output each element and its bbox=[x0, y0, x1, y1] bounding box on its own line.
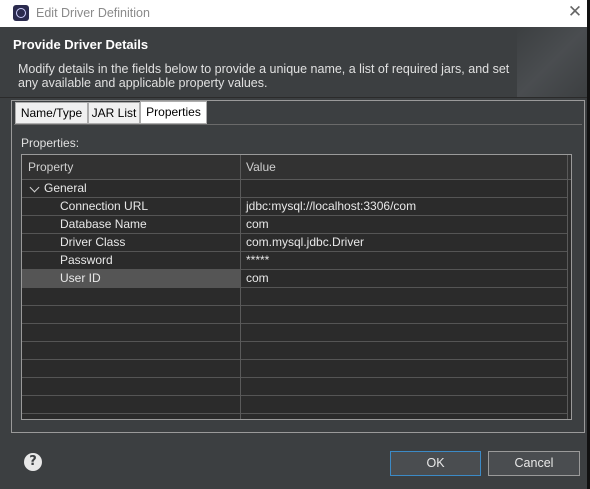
column-header-property[interactable]: Property bbox=[28, 160, 73, 174]
property-name: Driver Class bbox=[60, 235, 126, 249]
property-value[interactable]: jdbc:mysql://localhost:3306/com bbox=[246, 199, 416, 213]
column-divider[interactable] bbox=[240, 155, 241, 419]
close-icon[interactable]: ✕ bbox=[566, 3, 584, 21]
tab-properties[interactable]: Properties bbox=[140, 101, 207, 124]
property-value[interactable]: com.mysql.jdbc.Driver bbox=[246, 235, 364, 249]
window-title: Edit Driver Definition bbox=[36, 6, 150, 20]
table-row[interactable]: Connection URL jdbc:mysql://localhost:33… bbox=[22, 198, 568, 216]
properties-label: Properties: bbox=[21, 136, 80, 150]
property-name: Connection URL bbox=[60, 199, 149, 213]
empty-row bbox=[22, 306, 568, 324]
table-row[interactable]: Password ***** bbox=[22, 252, 568, 270]
property-name: User ID bbox=[60, 271, 101, 285]
empty-row bbox=[22, 324, 568, 342]
header-banner-graphic bbox=[517, 27, 587, 97]
chevron-down-icon[interactable] bbox=[29, 182, 40, 193]
property-value[interactable]: ***** bbox=[246, 253, 269, 267]
empty-row bbox=[22, 342, 568, 360]
header-title: Provide Driver Details bbox=[13, 37, 149, 52]
group-label: General bbox=[44, 181, 87, 195]
table-header: Property Value bbox=[22, 155, 571, 180]
ok-button[interactable]: OK bbox=[390, 451, 481, 476]
empty-row bbox=[22, 378, 568, 396]
table-row[interactable]: Driver Class com.mysql.jdbc.Driver bbox=[22, 234, 568, 252]
property-value[interactable]: com bbox=[246, 271, 269, 285]
property-value[interactable]: com bbox=[246, 217, 269, 231]
cancel-button[interactable]: Cancel bbox=[488, 451, 580, 476]
header-description: Modify details in the fields below to pr… bbox=[18, 62, 510, 90]
table-row[interactable]: Database Name com bbox=[22, 216, 568, 234]
title-bar: Edit Driver Definition ✕ bbox=[0, 0, 587, 27]
tab-jar-list[interactable]: JAR List bbox=[88, 102, 140, 124]
empty-row bbox=[22, 288, 568, 306]
empty-row bbox=[22, 360, 568, 378]
table-row-selected[interactable]: User ID com bbox=[22, 270, 568, 288]
help-icon[interactable]: ? bbox=[24, 453, 42, 471]
column-header-value[interactable]: Value bbox=[246, 160, 276, 174]
table-right-edge bbox=[567, 155, 568, 419]
group-row-general[interactable]: General bbox=[22, 180, 568, 198]
property-name: Password bbox=[60, 253, 113, 267]
tab-name-type[interactable]: Name/Type bbox=[15, 102, 88, 124]
properties-table[interactable]: Property Value General Connection URL jd… bbox=[21, 154, 572, 420]
edit-driver-dialog: Edit Driver Definition ✕ Provide Driver … bbox=[0, 0, 587, 489]
header-divider bbox=[0, 97, 587, 98]
property-name: Database Name bbox=[60, 217, 147, 231]
selection-highlight bbox=[22, 270, 240, 287]
empty-row bbox=[22, 396, 568, 414]
dialog-header: Provide Driver Details Modify details in… bbox=[0, 27, 587, 97]
eclipse-app-icon bbox=[13, 5, 29, 21]
